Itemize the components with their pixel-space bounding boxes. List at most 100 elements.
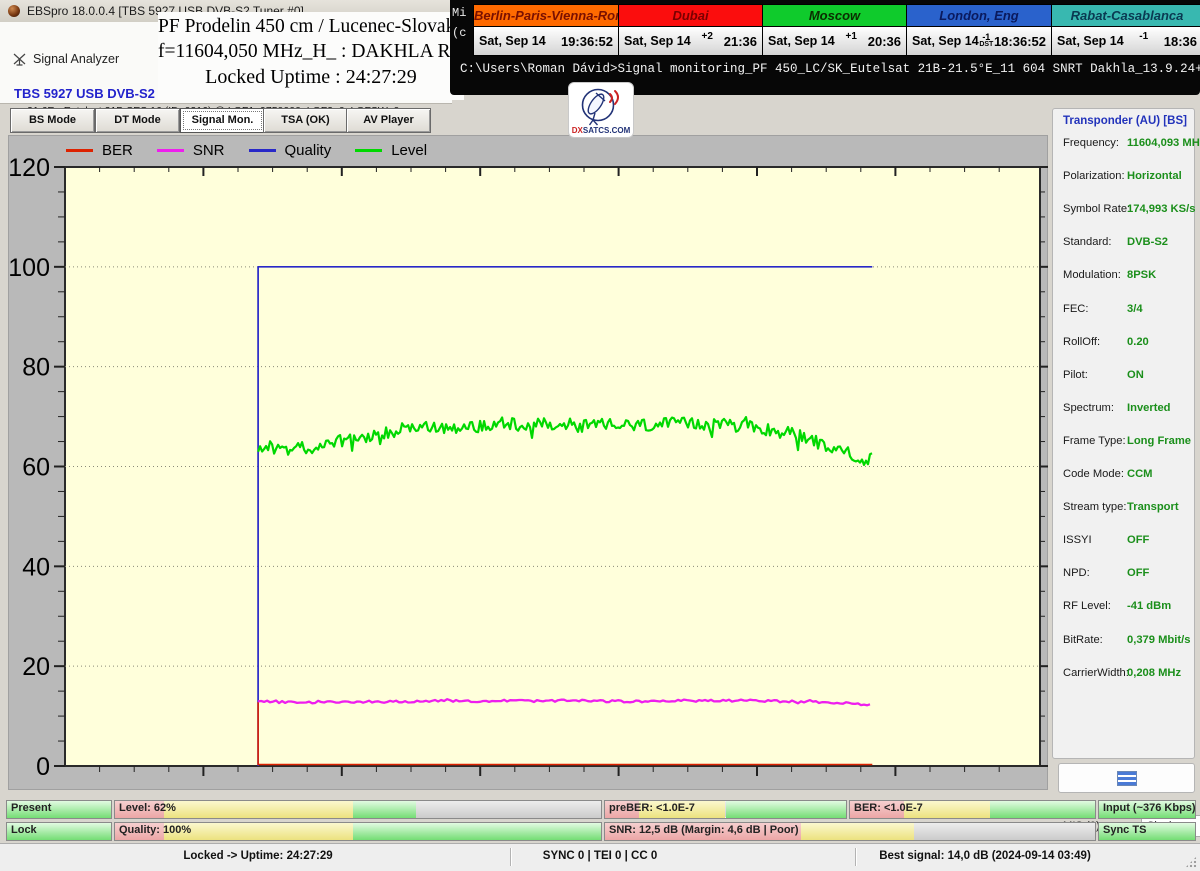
svg-text:120: 120 — [8, 154, 50, 182]
clock-dubai: Dubai Sat, Sep 14 +2 21:36 — [619, 5, 763, 55]
clock-berlin-paris-vienna-roma: Berlin-Paris-Vienna-RomaSat, Sep 1419:36… — [474, 5, 619, 55]
bar-segment-green — [726, 801, 847, 818]
transponder-row-pilot-: Pilot:ON — [1063, 369, 1187, 381]
clock-utc-offset: -1 — [1139, 31, 1148, 42]
row-value: Transport — [1127, 501, 1179, 513]
satellite-dish-icon: DXSATCS.COM — [572, 86, 630, 134]
row-label: Pilot: — [1063, 369, 1127, 381]
row-label: CarrierWidth: — [1063, 667, 1127, 679]
transponder-row-carrierwidth-: CarrierWidth:0,208 MHz — [1063, 667, 1187, 679]
transponder-panel: Transponder (AU) [BS] Frequency:11604,09… — [1052, 108, 1195, 759]
clock-time-row: Sat, Sep 1419:36:52 — [474, 27, 618, 55]
row-label: RollOff: — [1063, 336, 1127, 348]
row-label: RF Level: — [1063, 600, 1127, 612]
transponder-row-rf-level-: RF Level:-41 dBm — [1063, 600, 1187, 612]
status-uptime: Locked -> Uptime: 24:27:29 — [183, 850, 332, 862]
clock-time: 20:36 — [868, 34, 901, 49]
bar-segment-green — [990, 801, 1095, 818]
clock-time-row: Sat, Sep 14 +2 21:36 — [619, 27, 762, 55]
clock-date: Sat, Sep 14 — [768, 34, 835, 48]
panel-title: Transponder (AU) [BS] — [1063, 115, 1187, 127]
terminal-window[interactable]: Mi (c Berlin-Paris-Vienna-RomaSat, Sep 1… — [450, 0, 1200, 95]
row-label: Modulation: — [1063, 269, 1127, 281]
clock-city-label: Rabat-Casablanca — [1052, 5, 1200, 27]
resize-grip[interactable] — [1185, 856, 1197, 868]
status-best-signal: Best signal: 14,0 dB (2024-09-14 03:49) — [879, 850, 1091, 862]
row-label: Symbol Rate: — [1063, 203, 1127, 215]
row-value: 11604,093 MHz — [1127, 137, 1200, 149]
osd-overlay: PF Prodelin 450 cm / Lucenec-Slovakia f=… — [158, 12, 464, 100]
bar-label: Level: 62% — [119, 802, 176, 814]
status-counters: SYNC 0 | TEI 0 | CC 0 — [543, 850, 657, 862]
antenna-icon — [12, 53, 27, 66]
row-value: 0.20 — [1127, 336, 1149, 348]
row-label: Frame Type: — [1063, 435, 1127, 447]
row-label: Polarization: — [1063, 170, 1127, 182]
svg-text:DXSATCS.COM: DXSATCS.COM — [572, 126, 630, 134]
clock-utc-offset: -1DST — [979, 33, 993, 49]
row-value: DVB-S2 — [1127, 236, 1168, 248]
row-value: OFF — [1127, 567, 1149, 579]
statusbar-sync-ts: Sync TS — [1098, 822, 1196, 841]
dxsatcs-logo: DXSATCS.COM — [568, 82, 634, 138]
statusbar-present: Present — [6, 800, 112, 819]
clock-time: 19:36:52 — [561, 34, 613, 49]
transponder-row-modulation-: Modulation:8PSK — [1063, 269, 1187, 281]
transponder-row-frequency-: Frequency:11604,093 MHz — [1063, 137, 1187, 149]
row-value: 0,208 MHz — [1127, 667, 1181, 679]
row-label: Standard: — [1063, 236, 1127, 248]
bar-segment-gray — [416, 801, 601, 818]
tab-dt-mode[interactable]: DT Mode — [95, 108, 180, 133]
row-value: 8PSK — [1127, 269, 1156, 281]
transponder-row-code-mode-: Code Mode:CCM — [1063, 468, 1187, 480]
status-bar: Locked -> Uptime: 24:27:29 SYNC 0 | TEI … — [0, 843, 1200, 871]
clock-date: Sat, Sep 14 — [912, 34, 979, 48]
bar-segment-yellow — [164, 823, 354, 840]
row-value: 0,379 Mbit/s — [1127, 634, 1190, 646]
row-value: 3/4 — [1127, 303, 1143, 315]
bar-label: Input (~376 Kbps) — [1103, 802, 1196, 814]
clock-time: 21:36 — [724, 34, 757, 49]
row-value: CCM — [1127, 468, 1152, 480]
svg-text:20: 20 — [22, 653, 50, 681]
transponder-row-symbol-rate-: Symbol Rate:174,993 KS/s — [1063, 203, 1187, 215]
statusbar-lock: Lock — [6, 822, 112, 841]
status-separator — [510, 848, 511, 866]
statusbar-ber: BER: <1.0E-7 — [849, 800, 1096, 819]
terminal-prompt: C:\Users\Roman Dávid>Signal monitoring_P… — [460, 62, 1200, 76]
clock-rabat-casablanca: Rabat-CasablancaSat, Sep 14-118:36 — [1052, 5, 1200, 55]
transponder-row-frame-type-: Frame Type:Long Frame — [1063, 435, 1187, 447]
signal-chart-region: BERSNRQualityLevel 020406080100120 — [8, 135, 1048, 790]
svg-text:60: 60 — [22, 454, 50, 482]
clock-time: 18:36:52 — [994, 34, 1046, 49]
row-label: Spectrum: — [1063, 402, 1127, 414]
statusbar-quality: Quality: 100% — [114, 822, 602, 841]
tab-av-player[interactable]: AV Player — [346, 108, 431, 133]
clock-utc-offset: +2 — [702, 31, 713, 42]
transponder-row-fec-: FEC:3/4 — [1063, 303, 1187, 315]
clock-city-label: Dubai — [619, 5, 762, 27]
clock-date: Sat, Sep 14 — [624, 34, 691, 48]
clock-london-eng: London, EngSat, Sep 14-1DST18:36:52 — [907, 5, 1052, 55]
clock-time-row: Sat, Sep 14-1DST18:36:52 — [907, 27, 1051, 55]
clock-moscow: MoscowSat, Sep 14+120:36 — [763, 5, 907, 55]
bar-segment-green — [353, 823, 601, 840]
clock-city-label: Moscow — [763, 5, 906, 27]
stream-stack-icon — [1117, 771, 1137, 786]
osd-frequency: f=11604,050 MHz_H_ : DAKHLA Radio — [158, 39, 464, 64]
bar-label: SNR: 12,5 dB (Margin: 4,6 dB | Poor) — [609, 824, 799, 836]
statusbar-input-kbps-: Input (~376 Kbps) — [1098, 800, 1196, 819]
transponder-row-standard-: Standard:DVB-S2 — [1063, 236, 1187, 248]
row-label: BitRate: — [1063, 634, 1127, 646]
tab-tsa-ok-[interactable]: TSA (OK) — [263, 108, 348, 133]
transponder-row-issyi: ISSYIOFF — [1063, 534, 1187, 546]
stream-reader-button[interactable] — [1058, 763, 1195, 793]
bar-label: preBER: <1.0E-7 — [609, 802, 695, 814]
status-separator — [855, 848, 856, 866]
transponder-row-spectrum-: Spectrum:Inverted — [1063, 402, 1187, 414]
tab-bs-mode[interactable]: BS Mode — [10, 108, 95, 133]
svg-text:100: 100 — [8, 254, 50, 282]
bar-segment-yellow — [801, 823, 914, 840]
tab-signal-mon-[interactable]: Signal Mon. — [180, 108, 265, 133]
svg-text:80: 80 — [22, 354, 50, 382]
